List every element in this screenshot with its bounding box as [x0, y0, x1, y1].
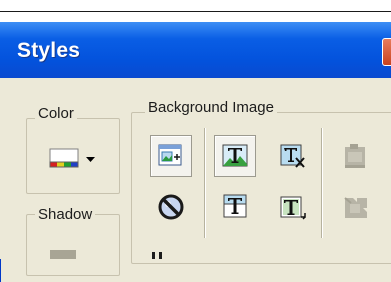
color-swatch-icon [49, 148, 95, 168]
shadow-button[interactable] [50, 250, 76, 259]
text-image-tile-icon [280, 196, 306, 220]
color-group-label: Color [35, 106, 77, 122]
color-picker-button[interactable] [48, 143, 110, 173]
close-button[interactable] [382, 38, 391, 66]
text-clear-background-icon [280, 144, 305, 168]
text-over-image-icon [222, 144, 248, 167]
image-align-icon [345, 144, 365, 168]
text-image-top-button[interactable] [214, 186, 256, 228]
background-image-group-label: Background Image [145, 100, 277, 116]
top-border-line [0, 11, 391, 12]
toolbar-separator-1 [204, 128, 205, 238]
options-label-partial [150, 252, 168, 259]
shadow-group-label: Shadow [35, 207, 96, 223]
insert-image-icon [158, 144, 182, 166]
text-over-image-button[interactable] [214, 135, 256, 177]
image-stretch-icon [344, 197, 367, 218]
window-title: Styles [17, 39, 81, 62]
image-stretch-button[interactable] [335, 186, 377, 228]
text-clear-background-button[interactable] [272, 135, 314, 177]
insert-image-button[interactable] [150, 135, 192, 177]
shadow-group [26, 214, 120, 276]
no-image-icon [158, 194, 184, 220]
image-align-button[interactable] [335, 135, 377, 177]
toolbar-separator-2 [321, 128, 322, 238]
no-image-button[interactable] [150, 186, 192, 228]
text-image-tile-button[interactable] [272, 186, 314, 228]
text-image-top-icon [223, 194, 247, 218]
